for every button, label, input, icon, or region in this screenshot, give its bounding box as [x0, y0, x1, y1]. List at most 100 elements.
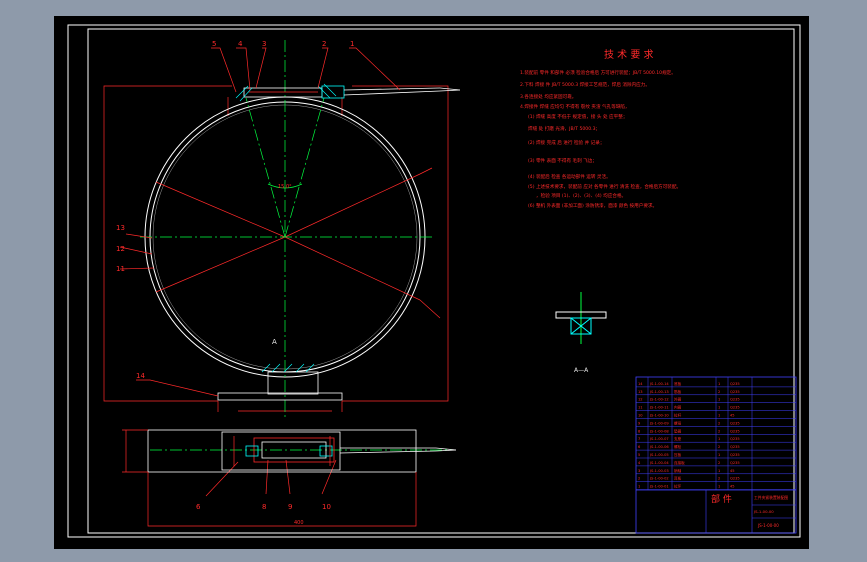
callout-13: 13	[116, 224, 125, 232]
bom-cell: JS-1-00-05	[649, 453, 669, 457]
bom-cell: 连接板	[674, 460, 685, 465]
bom-cell: 1	[638, 485, 640, 489]
section-mark-a: A	[272, 338, 277, 346]
callout-6: 6	[196, 503, 201, 511]
bom-cell: JS-1-00-07	[649, 437, 669, 441]
callout-2: 2	[322, 40, 326, 48]
drawing-sheet: 5 4 3 2 1 13 12 11 14 6 8 9 10 A 15.0° 4…	[67, 24, 801, 538]
bom-cell: 2	[718, 477, 720, 481]
bom-cell: 45	[730, 485, 735, 489]
bom-cell: 2	[638, 477, 640, 481]
callouts: 5 4 3 2 1 13 12 11 14 6 8 9 10 A 15.0° 4…	[116, 40, 354, 526]
callout-leaders	[119, 47, 401, 497]
section-aa	[555, 292, 607, 344]
bom-cell: 5	[638, 453, 640, 457]
bom-cell: 1	[718, 437, 720, 441]
title-code: JS-1-00-00	[757, 523, 779, 528]
bom-cell: 12	[638, 398, 643, 402]
bom-cell: 8	[638, 429, 641, 433]
bom-cell: Q235	[730, 445, 740, 449]
bom-cell: Q235	[730, 429, 740, 433]
title-part-label: 部 件	[711, 493, 732, 505]
bom-cell: 拉环	[674, 484, 682, 489]
tech-note: 1.装配前 零件 和部件 必须 检验合格后 方可进行装配；JB/T 5000.1…	[520, 69, 676, 76]
callout-11: 11	[116, 265, 125, 273]
bom-cell: 内圈	[674, 405, 682, 410]
bom-cell: 底板	[674, 381, 682, 386]
bom-cell: Q235	[730, 390, 740, 394]
tech-note: (6) 整机 外表面 (非加工面) 涂防锈漆，面漆 颜色 按用户要求。	[528, 202, 657, 209]
bom-cell: 1	[718, 406, 720, 410]
callout-3: 3	[262, 40, 266, 48]
bom-cell: 1	[718, 485, 720, 489]
bom-cell: JS-1-00-01	[649, 485, 669, 489]
bottom-support	[217, 371, 343, 401]
tech-note: 焊缝 处 打磨 光滑，JB/T 5000.3；	[528, 125, 600, 132]
bom-cell: 2	[718, 421, 720, 425]
callout-9: 9	[288, 503, 292, 511]
bom-cell: Q235	[730, 382, 740, 386]
callout-10: 10	[322, 503, 331, 511]
bom-cell: JS-1-00-02	[649, 477, 669, 481]
bom-cell: Q235	[730, 406, 740, 410]
tech-note: 2.下料 焊接 件 JB/T 5000.3 焊接工艺规范，焊后 消除内应力。	[520, 81, 650, 88]
bom-cell: JS-1-00-10	[649, 414, 669, 418]
bom-cell: 10	[638, 414, 643, 418]
tech-note: (4) 装配后 检查 各运动部件 运转 灵活。	[528, 173, 611, 180]
bom-cell: JS-1-00-04	[649, 461, 669, 465]
dimension-width: 400	[294, 520, 304, 526]
bom-cell: 外圈	[674, 397, 682, 402]
bom-cell: 销轴	[674, 468, 682, 473]
bom-cell: JS-1-00-12	[649, 398, 669, 402]
bom-cell: Q235	[730, 398, 740, 402]
tech-note: (3) 零件 表面 不得有 毛刺 飞边；	[528, 157, 597, 164]
callout-4: 4	[238, 40, 243, 48]
bom-cell: 2	[718, 445, 720, 449]
bom-cell: JS-1-00-06	[649, 445, 669, 449]
callout-12: 12	[116, 245, 125, 253]
bom-cell: 7	[638, 437, 640, 441]
bom-cell: Q235	[730, 453, 740, 457]
sheet-outer-border	[67, 24, 801, 538]
bom-cell: 6	[638, 445, 641, 449]
parts-list: 14 JS-1-00-14 底板 1 Q23513 JS-1-00-13 筋板 2 Q23512…	[635, 376, 797, 534]
title-name-2: JS-1-00-00	[753, 509, 774, 514]
bom-cell: 支座	[674, 436, 682, 441]
callout-8: 8	[262, 503, 266, 511]
bom-cell: JS-1-00-11	[649, 406, 669, 410]
bom-cell: 1	[718, 414, 720, 418]
top-view-dimensions	[122, 429, 417, 527]
bom-cell: 1	[718, 398, 720, 402]
tech-note: 4.焊接件 焊缝 应均匀 不得有 裂纹 夹渣 气孔等缺陷，	[520, 103, 630, 110]
bom-cell: Q235	[730, 421, 740, 425]
bom-cell: 3	[638, 469, 640, 473]
bom-cell: 4	[638, 461, 641, 465]
bom-cell: 45	[730, 414, 735, 418]
bom-cell: Q235	[730, 461, 740, 465]
section-label: A—A	[574, 367, 589, 374]
bom-cell: 拉杆	[674, 413, 682, 418]
angle-label: 15.0°	[278, 184, 292, 190]
bom-cell: JS-1-00-14	[649, 382, 669, 386]
bom-cell: 11	[638, 406, 643, 410]
tech-note: (5) 上述技术要求，装配前 应对 各零件 进行 清洗 检查，合格后方可装配。	[528, 183, 681, 190]
bom-cell: 螺母	[674, 420, 682, 425]
bom-cell: 垫圈	[674, 428, 682, 433]
bom-cell: 1	[718, 469, 720, 473]
bom-cell: JS-1-00-08	[649, 429, 669, 433]
cad-viewport[interactable]: 5 4 3 2 1 13 12 11 14 6 8 9 10 A 15.0° 4…	[54, 16, 809, 549]
bom-cell: JS-1-00-13	[649, 390, 669, 394]
callout-1: 1	[350, 40, 354, 48]
bom-cell: 2	[718, 429, 720, 433]
top-clamp	[243, 85, 461, 99]
bom-cell: 2	[718, 390, 720, 394]
tech-note: (1) 焊缝 高度 不低于 规定值，接 头 处 应平整；	[528, 113, 627, 120]
tech-note: 3.各连接处 均应紧固可靠。	[520, 93, 576, 100]
top-view	[147, 429, 457, 473]
bom-cell: 压板	[674, 452, 682, 457]
bom-cell: 1	[718, 382, 720, 386]
callout-5: 5	[212, 40, 216, 48]
bom-cell: 45	[730, 469, 735, 473]
bom-cell: 筋板	[674, 389, 682, 394]
callout-14: 14	[136, 372, 145, 380]
